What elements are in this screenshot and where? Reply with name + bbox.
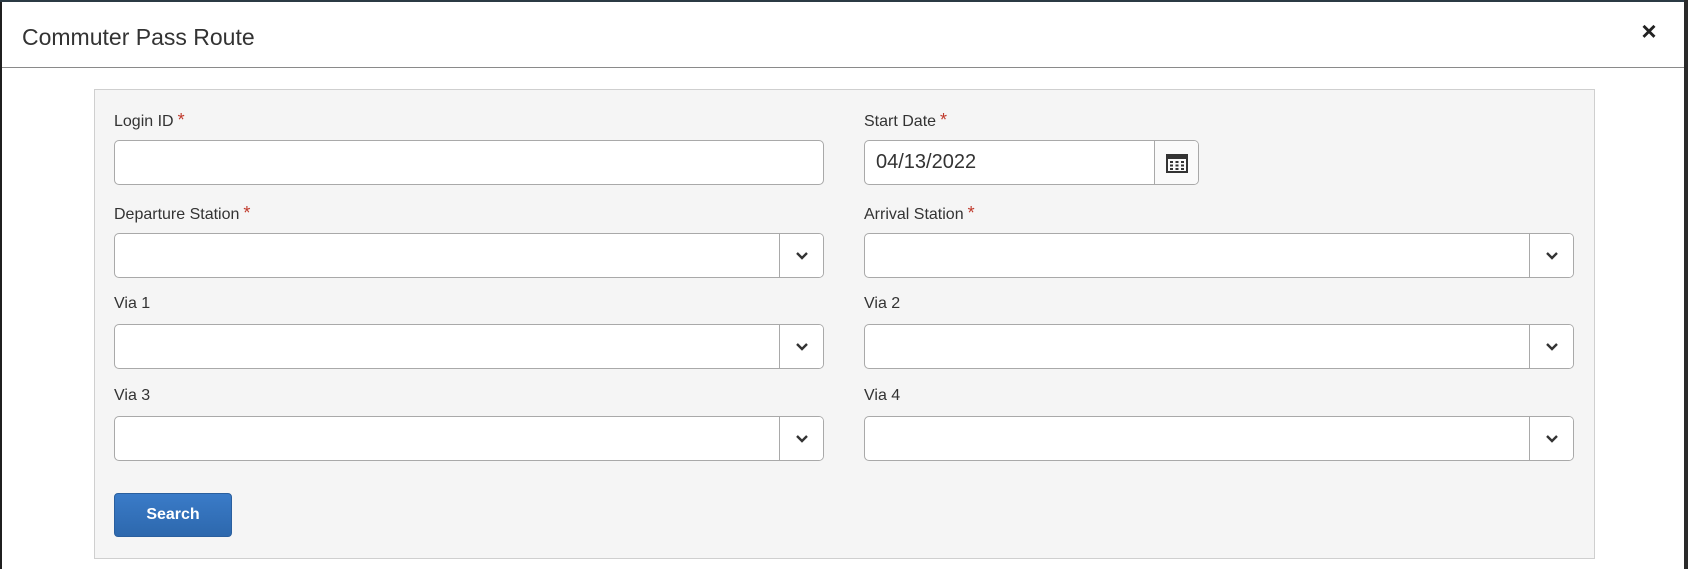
arrival-station-label: Arrival Station * bbox=[864, 203, 975, 224]
start-date-field[interactable]: 04/13/2022 bbox=[864, 140, 1199, 185]
required-mark: * bbox=[967, 203, 975, 223]
search-button[interactable]: Search bbox=[114, 493, 232, 537]
close-icon[interactable]: × bbox=[1636, 18, 1662, 44]
departure-station-label: Departure Station * bbox=[114, 203, 250, 224]
via2-label: Via 2 bbox=[864, 295, 901, 312]
via1-dropdown-button[interactable] bbox=[779, 325, 823, 368]
via2-select[interactable] bbox=[864, 324, 1574, 369]
departure-station-select[interactable] bbox=[114, 233, 824, 278]
calendar-button[interactable] bbox=[1154, 141, 1198, 184]
login-id-label: Login ID * bbox=[114, 110, 185, 131]
login-id-input[interactable] bbox=[114, 140, 824, 185]
start-date-value[interactable]: 04/13/2022 bbox=[876, 151, 976, 174]
modal-title: Commuter Pass Route bbox=[22, 24, 255, 50]
modal-header: Commuter Pass Route × bbox=[2, 2, 1684, 68]
departure-station-dropdown-button[interactable] bbox=[779, 234, 823, 277]
calendar-icon bbox=[1165, 153, 1188, 173]
start-date-label-text: Start Date bbox=[864, 113, 937, 130]
arrival-station-select[interactable] bbox=[864, 233, 1574, 278]
chevron-down-icon bbox=[795, 434, 808, 443]
arrival-station-label-text: Arrival Station bbox=[864, 206, 964, 223]
via3-label: Via 3 bbox=[114, 387, 151, 404]
departure-station-label-text: Departure Station bbox=[114, 206, 240, 223]
chevron-down-icon bbox=[1545, 434, 1558, 443]
form-panel: Login ID * Start Date * 04/13/2022 Depar… bbox=[94, 89, 1595, 559]
chevron-down-icon bbox=[1545, 342, 1558, 351]
via1-select[interactable] bbox=[114, 324, 824, 369]
via4-label: Via 4 bbox=[864, 387, 901, 404]
via4-dropdown-button[interactable] bbox=[1529, 417, 1573, 460]
window-edge bbox=[1684, 0, 1688, 569]
arrival-station-dropdown-button[interactable] bbox=[1529, 234, 1573, 277]
start-date-label: Start Date * bbox=[864, 110, 947, 131]
via2-dropdown-button[interactable] bbox=[1529, 325, 1573, 368]
login-id-label-text: Login ID bbox=[114, 113, 174, 130]
via1-label: Via 1 bbox=[114, 295, 151, 312]
required-mark: * bbox=[243, 203, 251, 223]
via4-select[interactable] bbox=[864, 416, 1574, 461]
required-mark: * bbox=[940, 110, 948, 130]
chevron-down-icon bbox=[795, 342, 808, 351]
commuter-pass-route-modal: Commuter Pass Route × Login ID * Start Da… bbox=[2, 2, 1684, 569]
via3-dropdown-button[interactable] bbox=[779, 417, 823, 460]
required-mark: * bbox=[177, 110, 185, 130]
via3-select[interactable] bbox=[114, 416, 824, 461]
chevron-down-icon bbox=[1545, 251, 1558, 260]
chevron-down-icon bbox=[795, 251, 808, 260]
